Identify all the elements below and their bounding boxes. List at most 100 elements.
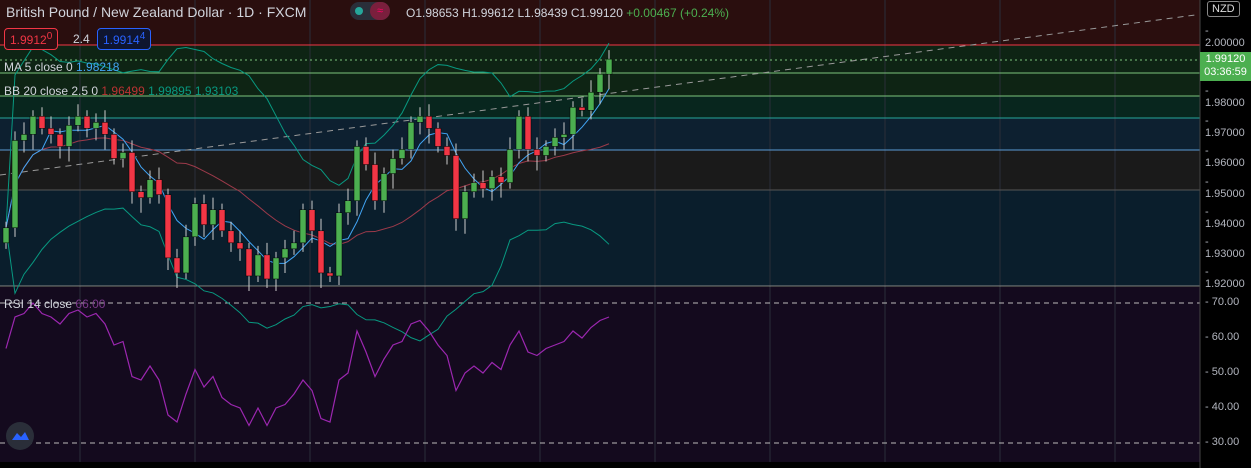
price-tick-label: - 1.93000 xyxy=(1205,235,1245,260)
candle-body xyxy=(119,152,127,159)
candle-body xyxy=(560,134,568,138)
candle-body xyxy=(173,257,181,274)
price-tick-label: - 1.97000 xyxy=(1205,115,1245,140)
rsi-pane-bg xyxy=(0,287,1200,462)
price-tick-label: - 1.95000 xyxy=(1205,175,1245,200)
candle-body xyxy=(254,254,262,277)
candle-body xyxy=(587,91,595,111)
candle-body xyxy=(578,107,586,111)
candle-body xyxy=(542,146,550,156)
rsi-tick-label: - 70.00 xyxy=(1205,296,1240,308)
candle-body xyxy=(506,149,514,183)
candle-body xyxy=(29,116,37,135)
candle-body xyxy=(371,164,379,201)
candle-body xyxy=(83,116,91,129)
rsi-tick-label: - 30.00 xyxy=(1205,436,1240,448)
candle-body xyxy=(551,137,559,147)
candle-body xyxy=(497,176,505,183)
market-status-toggle[interactable]: ≈ xyxy=(350,2,390,20)
candle-body xyxy=(308,209,316,232)
candle-body xyxy=(425,116,433,129)
tradingview-logo-icon[interactable] xyxy=(6,422,34,450)
candle-body xyxy=(317,230,325,274)
price-tick-label: - 1.96000 xyxy=(1205,145,1245,170)
candle-body xyxy=(38,116,46,129)
candle-body xyxy=(326,272,334,277)
candle-body xyxy=(47,128,55,135)
bb-legend[interactable]: BB 20 close 2.5 0 1.96499 1.99895 1.9310… xyxy=(4,84,238,98)
candle-body xyxy=(155,179,163,195)
candle-body xyxy=(56,134,64,147)
candle-body xyxy=(65,125,73,147)
candle-body xyxy=(263,254,271,280)
rsi-tick-label: - 50.00 xyxy=(1205,366,1240,378)
candle-body xyxy=(605,58,613,75)
symbol-title: British Pound / New Zealand Dollar · 1D … xyxy=(6,4,307,20)
candle-body xyxy=(137,191,145,198)
candle-body xyxy=(479,182,487,189)
candle-body xyxy=(182,236,190,274)
candle-body xyxy=(380,173,388,201)
candle-body xyxy=(2,227,10,244)
zone-gray xyxy=(0,150,1200,190)
candle-body xyxy=(101,122,109,135)
interval[interactable]: 1D xyxy=(236,4,254,20)
candle-body xyxy=(533,149,541,156)
candle-body xyxy=(362,146,370,165)
ma-legend[interactable]: MA 5 close 0 1.98218 xyxy=(4,60,119,74)
candle-body xyxy=(416,116,424,123)
candle-body xyxy=(452,155,460,219)
candle-body xyxy=(407,122,415,150)
last-price-label: 1.99120 03:36:59 xyxy=(1200,52,1251,81)
currency-label[interactable]: NZD xyxy=(1207,1,1240,17)
candle-body xyxy=(92,122,100,129)
candle-body xyxy=(335,212,343,277)
candle-body xyxy=(524,116,532,150)
exchange: FXCM xyxy=(266,4,307,20)
price-tick-label: - 1.98000 xyxy=(1205,85,1245,110)
bar-countdown: 03:36:59 xyxy=(1204,66,1247,78)
wave-icon: ≈ xyxy=(370,2,390,20)
rsi-tick-label: - 40.00 xyxy=(1205,401,1240,413)
candle-body xyxy=(209,209,217,226)
candle-body xyxy=(245,248,253,277)
change: +0.00467 (+0.24%) xyxy=(626,6,729,20)
buy-button[interactable]: 1.99144 xyxy=(97,28,152,50)
candle-body xyxy=(227,230,235,244)
zone-blue xyxy=(0,118,1200,150)
chart-canvas[interactable] xyxy=(0,0,1251,468)
candle-body xyxy=(218,209,226,232)
candle-body xyxy=(200,203,208,226)
price-tick-label: - 1.92000 xyxy=(1205,265,1245,290)
price-tick-label: - 1.94000 xyxy=(1205,205,1245,230)
rsi-legend[interactable]: RSI 14 close 66.00 xyxy=(4,297,105,311)
candle-body xyxy=(164,194,172,259)
candle-body xyxy=(353,146,361,201)
candle-body xyxy=(128,152,136,192)
candle-body xyxy=(290,242,298,250)
candle-body xyxy=(191,203,199,238)
candle-body xyxy=(434,128,442,147)
candle-body xyxy=(470,182,478,192)
candle-body xyxy=(596,73,604,93)
candle-body xyxy=(443,146,451,156)
candle-body xyxy=(344,200,352,213)
sell-button[interactable]: 1.99120 xyxy=(4,28,59,50)
market-open-dot-icon xyxy=(355,7,363,15)
candle-body xyxy=(398,149,406,159)
candle-body xyxy=(20,134,28,141)
rsi-tick-label: - 60.00 xyxy=(1205,331,1240,343)
candle-body xyxy=(488,176,496,189)
candle-body xyxy=(515,116,523,150)
candle-body xyxy=(11,140,19,229)
candle-body xyxy=(74,116,82,126)
candle-body xyxy=(389,158,397,174)
ohlc-readout: O1.98653 H1.99612 L1.98439 C1.99120 +0.0… xyxy=(406,6,729,20)
symbol-name: British Pound / New Zealand Dollar xyxy=(6,4,224,20)
chart-window: British Pound / New Zealand Dollar · 1D … xyxy=(0,0,1251,468)
candle-body xyxy=(146,179,154,198)
candle-body xyxy=(569,107,577,135)
candle-body xyxy=(281,248,289,259)
candle-body xyxy=(110,134,118,159)
candle-body xyxy=(236,242,244,250)
